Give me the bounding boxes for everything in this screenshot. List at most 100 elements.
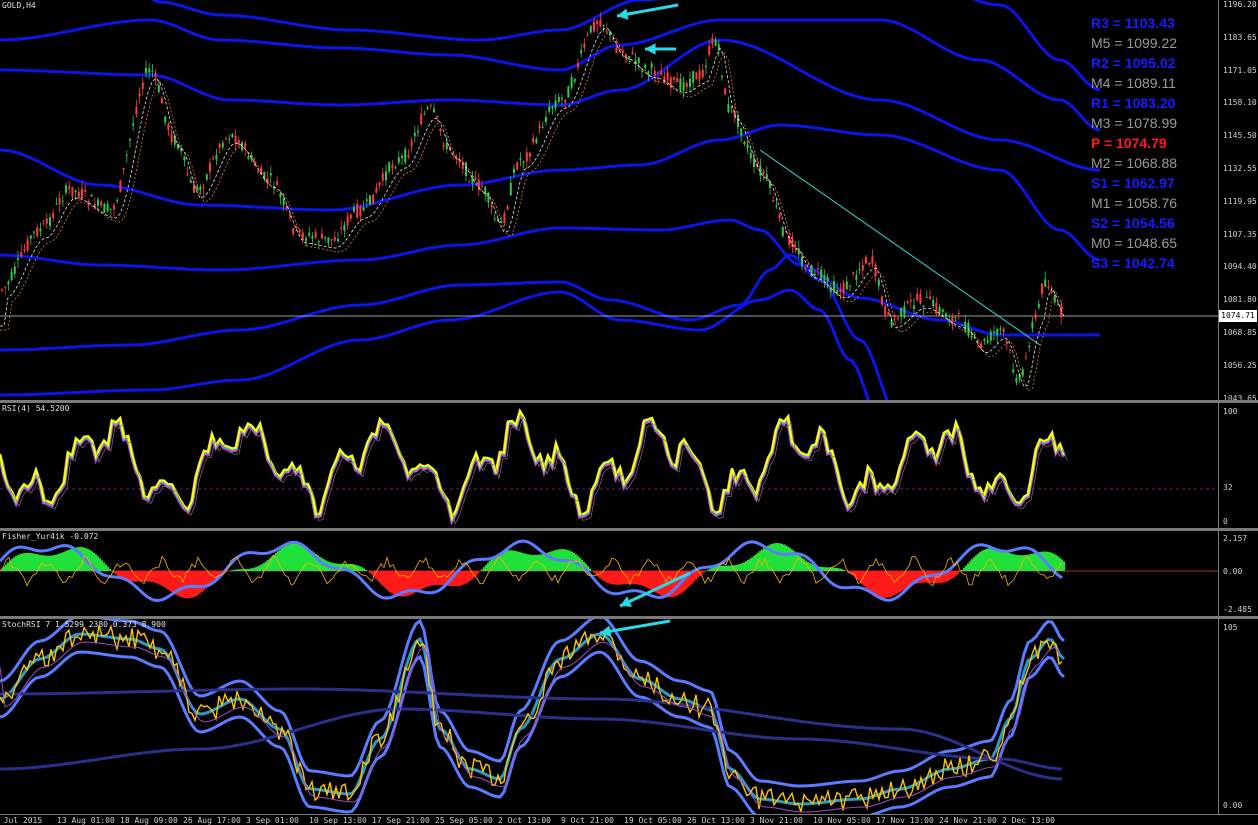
candle-body [554, 100, 557, 108]
candle-body [541, 127, 544, 129]
candle-body [177, 143, 179, 149]
candle-body [586, 34, 589, 36]
candle-body [698, 70, 701, 79]
candle-body [589, 25, 592, 33]
candle-body [529, 153, 531, 157]
candle-body [647, 71, 650, 76]
candle-body [833, 281, 835, 293]
candle-body [410, 141, 413, 147]
pivot-level: S2 = 1054.56 [1091, 215, 1175, 231]
candle-body [151, 71, 154, 73]
candle-body [637, 57, 640, 63]
candle-body [269, 173, 272, 176]
candle-body [865, 257, 867, 264]
candle-body [941, 309, 944, 312]
rsi-pane[interactable]: RSI(4) 54.5200 [0, 403, 1218, 528]
candle-body [692, 71, 695, 83]
fisher-tick-bottom: -2.485 [1223, 605, 1252, 614]
candle-body [573, 78, 576, 82]
candle-body [839, 289, 842, 292]
candle-body [503, 213, 506, 224]
price-tick: 1132.55 [1223, 164, 1257, 173]
candle-body [314, 232, 317, 238]
candle-body [381, 173, 384, 181]
time-axis[interactable]: 2 Jul 201513 Aug 01:0018 Aug 09:0026 Aug… [0, 814, 1258, 825]
candle-body [305, 237, 307, 241]
pivot-level: R2 = 1095.02 [1091, 55, 1176, 71]
candle-body [641, 71, 643, 73]
candle-body [993, 331, 995, 333]
candle-body [708, 45, 711, 56]
candle-body [87, 201, 90, 204]
candle-body [116, 199, 119, 202]
candle-body [737, 114, 739, 127]
candle-body [961, 324, 963, 326]
candle-body [29, 235, 32, 239]
candle-body [583, 43, 586, 48]
candle-body [957, 313, 960, 315]
candle-body [964, 321, 967, 331]
candle-body [711, 37, 714, 44]
candle-body [887, 312, 890, 315]
pivot-level: M2 = 1068.88 [1091, 155, 1178, 171]
candle-body [493, 218, 496, 220]
price-tick: 1119.95 [1223, 196, 1257, 206]
candle-body [564, 99, 567, 103]
candle-body [1047, 286, 1050, 288]
price-axis[interactable]: 1196.20 1183.65 1171.05 1158.10 1145.50 1132.… [1218, 0, 1258, 403]
rsi-svg [0, 407, 1218, 526]
candle-body [535, 138, 538, 144]
candle-body [225, 137, 227, 139]
candle-body [557, 96, 560, 102]
candle-body [628, 55, 631, 60]
candle-body [170, 133, 173, 143]
candle-body [36, 227, 39, 237]
candle-body [285, 205, 288, 209]
stoch-axis[interactable]: 105 0.00 [1218, 619, 1258, 814]
candle-body [519, 158, 522, 161]
candle-body [596, 20, 599, 25]
candle-body [932, 300, 935, 307]
main-chart-pane[interactable]: GOLD,H4 [0, 0, 1218, 400]
candle-body [605, 30, 608, 32]
candle-body [90, 194, 93, 197]
candle-body [1037, 303, 1040, 308]
candle-body [919, 294, 922, 304]
candle-body [602, 25, 605, 27]
rsi-label: RSI(4) 54.5200 [2, 404, 70, 413]
candle-body [346, 216, 349, 226]
candle-body [567, 86, 570, 98]
candle-body [161, 98, 163, 104]
candle-body [820, 269, 823, 279]
candle-body [349, 214, 352, 219]
candle-body [39, 228, 42, 232]
candle-body [157, 85, 160, 93]
candle-body [593, 21, 595, 32]
candle-body [20, 251, 23, 257]
candle-body [221, 142, 224, 148]
pivot-level: S3 = 1042.74 [1091, 255, 1175, 271]
candle-body [436, 115, 439, 118]
candle-body [413, 132, 416, 137]
candle-body [58, 197, 61, 205]
fisher-axis[interactable]: 2.157 0.00 -2.485 [1218, 531, 1258, 616]
candle-body [74, 190, 77, 193]
candle-body [45, 218, 48, 224]
stoch-pane[interactable]: StochRSI 7 1.5299 2380 0.373 8.900 [0, 619, 1218, 814]
candle-body [522, 161, 525, 163]
pivot-level: P = 1074.79 [1091, 135, 1167, 151]
candle-body [52, 212, 55, 219]
rsi-axis[interactable]: 100 32 0 [1218, 403, 1258, 528]
candle-body [218, 143, 221, 148]
fisher-pane[interactable]: Fisher_Yur4ik -0.072 [0, 531, 1218, 616]
candle-body [129, 138, 131, 141]
candle-body [445, 142, 448, 150]
candle-body [81, 189, 83, 199]
bollinger-band [0, 218, 1100, 337]
candle-body [996, 328, 999, 336]
candle-body [321, 233, 323, 239]
candle-body [106, 204, 109, 212]
candle-body [868, 262, 871, 265]
candle-body [77, 191, 80, 198]
current-price-tag: 1074.71 [1219, 310, 1257, 322]
